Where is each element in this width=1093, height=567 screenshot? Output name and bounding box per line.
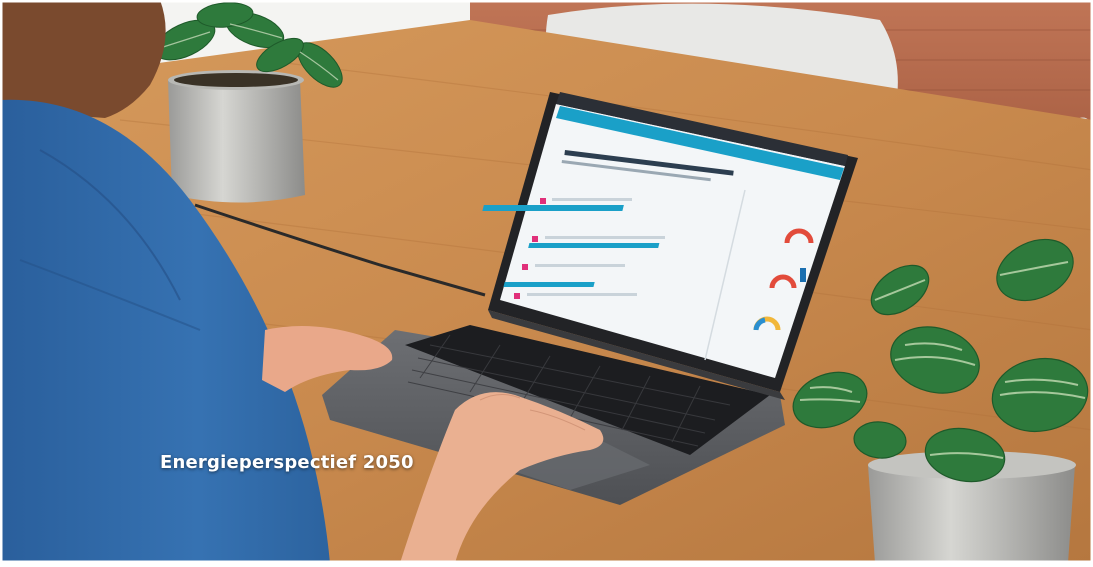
photo-scene (0, 0, 1093, 564)
photo-illustration (0, 0, 1093, 564)
photo-caption: Energieperspectief 2050 (160, 452, 414, 473)
